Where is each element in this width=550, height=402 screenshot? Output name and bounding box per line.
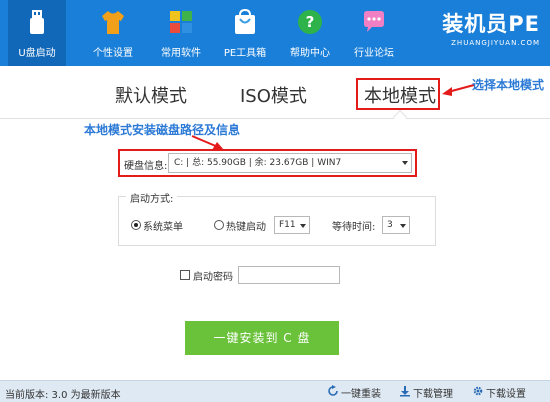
- help-icon: ?: [298, 10, 322, 34]
- nav-common-software[interactable]: 常用软件: [152, 0, 210, 66]
- nav-label: 常用软件: [161, 48, 201, 59]
- nav-label: 行业论坛: [354, 48, 394, 59]
- logo-sub: ZHUANGJIYUAN.COM: [451, 39, 540, 47]
- tab-iso-mode[interactable]: ISO模式: [240, 82, 307, 108]
- one-click-reinstall-link[interactable]: 一键重装: [341, 385, 381, 400]
- tab-divider: [0, 118, 550, 119]
- nav-label: 个性设置: [93, 48, 133, 59]
- apps-grid-icon: [170, 11, 192, 33]
- download-settings-link[interactable]: 下载设置: [486, 385, 526, 400]
- boot-password-input[interactable]: [238, 266, 340, 284]
- nav-help-center[interactable]: ? 帮助中心: [281, 0, 339, 66]
- nav-usb-boot[interactable]: U盘启动: [8, 0, 66, 66]
- system-menu-label: 系统菜单: [143, 222, 183, 233]
- disk-info-label: 硬盘信息:: [124, 161, 168, 172]
- tshirt-icon: [102, 11, 124, 34]
- top-nav-bar: U盘启动 个性设置 常用软件 PE工具箱 ? 帮助中心 行业论坛 装机员PE Z…: [0, 0, 550, 66]
- nav-label: PE工具箱: [223, 48, 267, 59]
- nav-pe-toolbox[interactable]: PE工具箱: [216, 0, 274, 66]
- usb-icon: [30, 10, 44, 34]
- svg-text:?: ?: [306, 13, 315, 31]
- hotkey-boot-label: 热键启动: [226, 222, 266, 233]
- nav-industry-forum[interactable]: 行业论坛: [345, 0, 403, 66]
- nav-personal-settings[interactable]: 个性设置: [84, 0, 142, 66]
- chevron-down-icon: [300, 224, 306, 228]
- radio-system-menu[interactable]: [131, 220, 141, 230]
- chevron-down-icon: [400, 224, 406, 228]
- boot-password-label: 启动密码: [193, 272, 233, 283]
- version-status: 当前版本: 3.0 为最新版本: [5, 390, 121, 401]
- highlight-box-local-mode: [356, 78, 440, 110]
- download-manage-link[interactable]: 下载管理: [413, 385, 453, 400]
- boot-password-checkbox[interactable]: [180, 270, 190, 280]
- nav-label: 帮助中心: [290, 48, 330, 59]
- hotkey-select[interactable]: F11: [274, 216, 310, 234]
- wait-time-value: 3: [387, 220, 393, 230]
- app-logo: 装机员PE ZHUANGJIYUAN.COM: [430, 10, 540, 58]
- logo-main: 装机员PE: [442, 12, 540, 36]
- wait-time-label: 等待时间:: [332, 222, 376, 233]
- radio-hotkey-boot[interactable]: [214, 220, 224, 230]
- shopping-bag-icon: [235, 8, 255, 34]
- refresh-icon: [328, 385, 338, 396]
- status-bar: 当前版本: 3.0 为最新版本 一键重装 下载管理 下载设置: [0, 380, 550, 402]
- hotkey-select-value: F11: [279, 220, 296, 230]
- tab-default-mode[interactable]: 默认模式: [115, 82, 187, 108]
- gear-icon: [473, 386, 483, 396]
- nav-label: U盘启动: [18, 48, 56, 59]
- disk-select[interactable]: C: | 总: 55.90GB | 余: 23.67GB | WIN7: [168, 153, 412, 173]
- annotation-select-local: 选择本地模式: [472, 78, 545, 92]
- boot-options-legend: 启动方式:: [126, 190, 178, 205]
- chevron-down-icon: [402, 161, 408, 165]
- install-to-c-button[interactable]: 一键安装到 C 盘: [185, 321, 339, 355]
- chat-bubble-icon: [364, 11, 384, 32]
- download-icon: [400, 386, 410, 397]
- disk-select-value: C: | 总: 55.90GB | 余: 23.67GB | WIN7: [174, 158, 342, 168]
- active-tab-caret: [392, 109, 408, 125]
- wait-time-select[interactable]: 3: [382, 216, 410, 234]
